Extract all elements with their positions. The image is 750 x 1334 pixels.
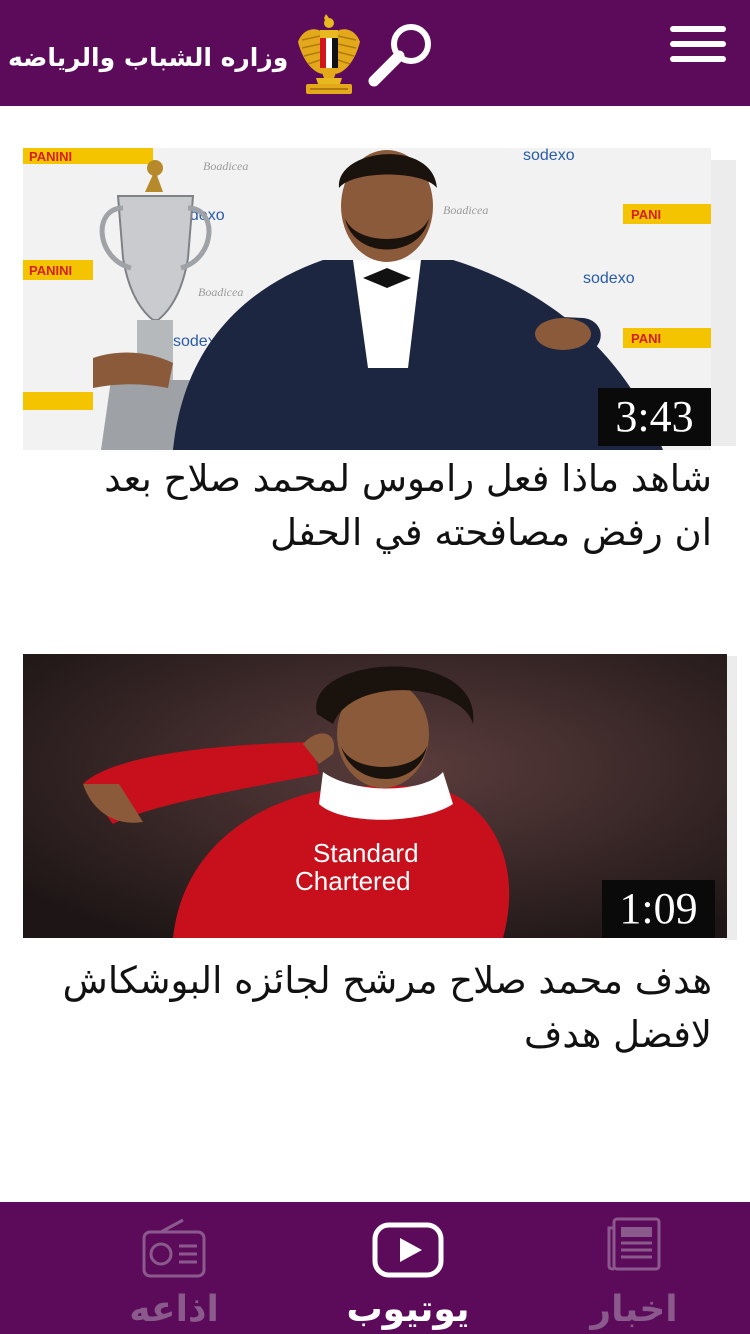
video-card[interactable]: Standard Chartered 1:09 هدف محمد صلاح مر… xyxy=(0,654,750,1074)
menu-icon-bar xyxy=(670,41,726,47)
tab-youtube[interactable]: يوتيوب xyxy=(328,1202,488,1334)
svg-text:Boadicea: Boadicea xyxy=(443,203,488,217)
video-card[interactable]: sodexosodexo sodexosodexo sodexo PANINIP… xyxy=(0,148,750,578)
app-header: وزاره الشباب والرياضه xyxy=(0,0,750,106)
svg-text:Chartered: Chartered xyxy=(295,866,411,896)
egypt-eagle-emblem-icon xyxy=(298,14,361,94)
tab-label: يوتيوب xyxy=(346,1289,470,1330)
svg-text:PANINI: PANINI xyxy=(29,149,72,164)
search-icon xyxy=(368,24,431,87)
menu-icon-bar xyxy=(670,26,726,32)
video-duration: 1:09 xyxy=(602,880,715,938)
app-title: وزاره الشباب والرياضه xyxy=(8,42,289,72)
menu-icon-bar xyxy=(670,56,726,62)
svg-text:PANI: PANI xyxy=(631,207,661,222)
tab-label: اخبار xyxy=(590,1289,678,1330)
menu-button[interactable] xyxy=(664,26,734,72)
bottom-tab-bar: اذاعه يوتيوب اخبار xyxy=(0,1202,750,1334)
video-thumbnail[interactable]: Standard Chartered 1:09 xyxy=(23,654,727,938)
svg-text:Boadicea: Boadicea xyxy=(203,159,248,173)
svg-text:sodexo: sodexo xyxy=(523,148,575,164)
brand[interactable]: وزاره الشباب والرياضه xyxy=(8,10,362,100)
video-thumbnail[interactable]: sodexosodexo sodexosodexo sodexo PANINIP… xyxy=(23,148,711,450)
video-duration: 3:43 xyxy=(598,388,711,446)
youtube-play-icon xyxy=(372,1222,444,1278)
tab-news[interactable]: اخبار xyxy=(554,1202,714,1334)
svg-text:Boadicea: Boadicea xyxy=(198,285,243,299)
search-button[interactable] xyxy=(364,18,440,90)
svg-text:PANINI: PANINI xyxy=(29,263,72,278)
svg-text:Standard: Standard xyxy=(313,838,419,868)
tab-label: اذاعه xyxy=(129,1289,219,1330)
newspaper-icon xyxy=(607,1217,661,1271)
svg-text:PANI: PANI xyxy=(631,331,661,346)
radio-icon xyxy=(142,1218,206,1278)
video-caption[interactable]: هدف محمد صلاح مرشح لجائزه البوشكاش لافضل… xyxy=(52,954,712,1062)
svg-text:sodexo: sodexo xyxy=(583,270,635,287)
video-caption[interactable]: شاهد ماذا فعل راموس لمحمد صلاح بعد ان رف… xyxy=(72,452,712,560)
tab-radio[interactable]: اذاعه xyxy=(94,1202,254,1334)
